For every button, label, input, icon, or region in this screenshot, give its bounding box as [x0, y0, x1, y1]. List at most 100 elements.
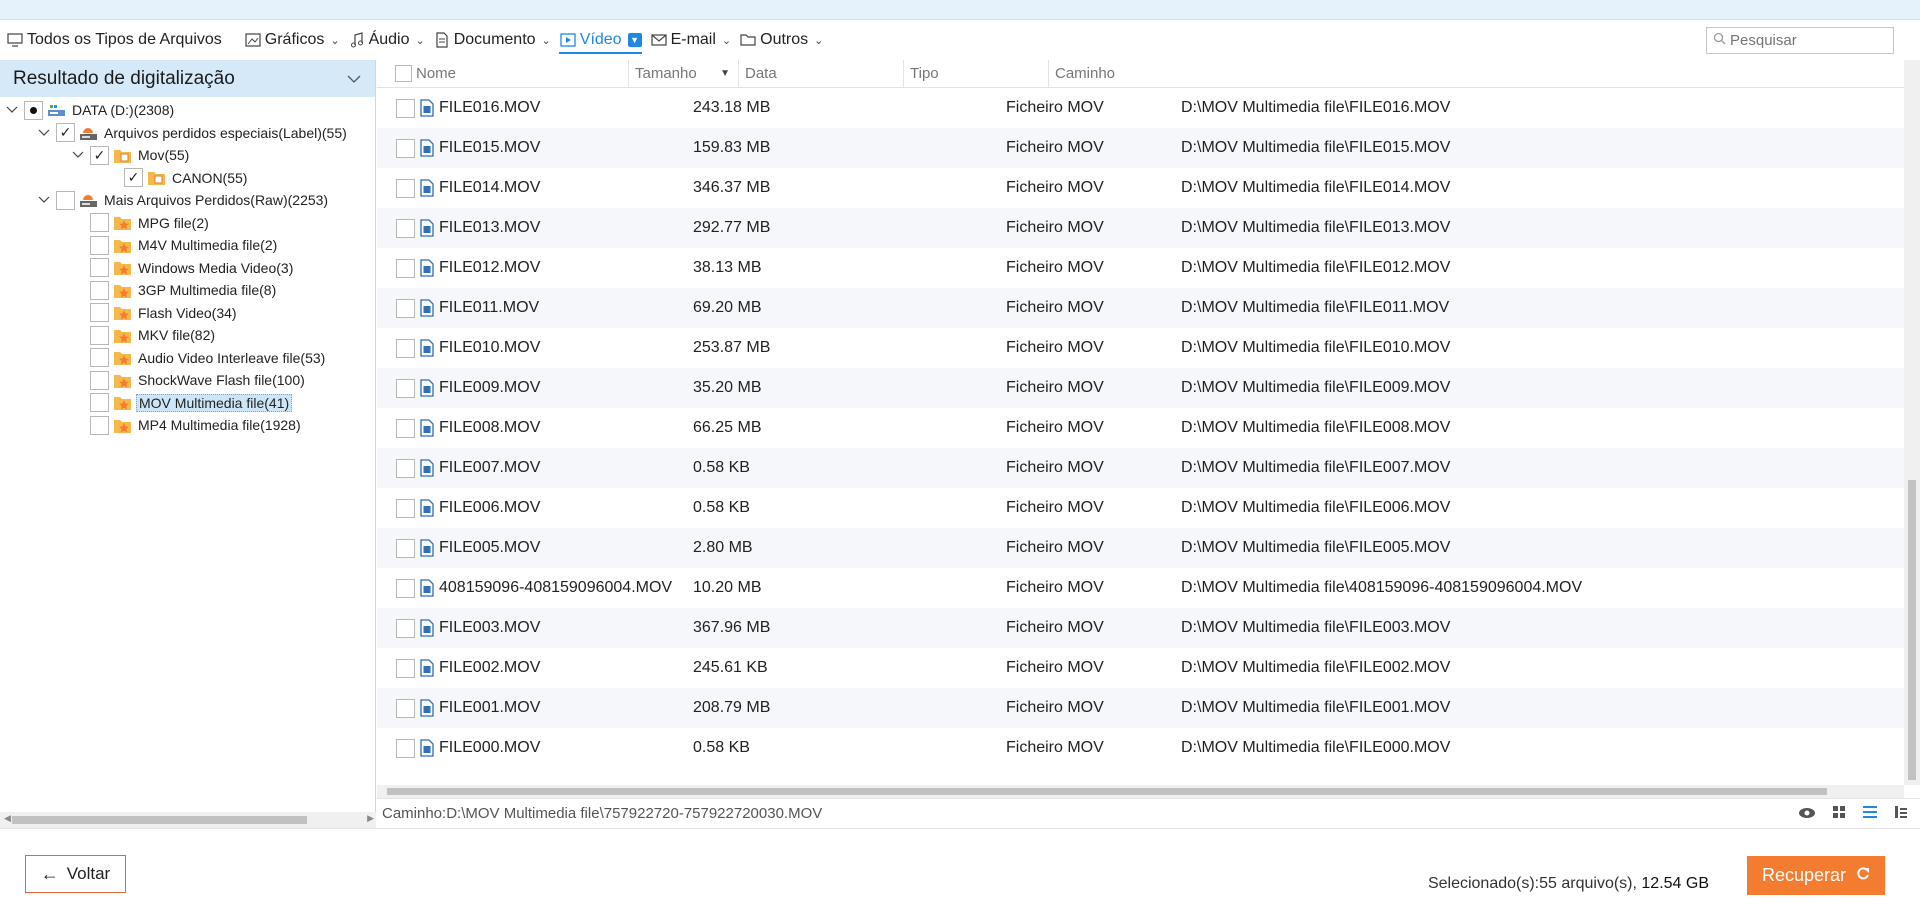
row-checkbox[interactable] [396, 738, 415, 758]
row-checkbox[interactable] [396, 578, 415, 598]
tree-horizontal-scrollbar[interactable]: ◀ ▶ [0, 812, 376, 828]
scrollbar-thumb[interactable] [1908, 480, 1916, 780]
file-list-vertical-scrollbar[interactable] [1904, 60, 1920, 785]
table-row[interactable]: FILE006.MOV 0.58 KB Ficheiro MOV D:\MOV Mul… [377, 488, 1904, 528]
tree-node-checkbox[interactable] [90, 280, 109, 300]
row-checkbox[interactable] [396, 538, 415, 558]
tree-node[interactable]: MKV file(82) [0, 324, 375, 347]
table-row[interactable]: FILE011.MOV 69.20 MB Ficheiro MOV D:\MOV Mu… [377, 288, 1904, 328]
toolbar-tab-0[interactable]: Todos os Tipos de Arquivos [2, 20, 226, 60]
tree-node-label[interactable]: MP4 Multimedia file(1928) [136, 417, 303, 433]
row-checkbox[interactable] [396, 258, 415, 278]
tree-node-label[interactable]: ShockWave Flash file(100) [136, 372, 307, 388]
recover-button[interactable]: Recuperar [1747, 856, 1885, 895]
toolbar-tab-3[interactable]: Documento ⌄ [429, 20, 555, 60]
tree-node[interactable]: MPG file(2) [0, 212, 375, 235]
row-checkbox[interactable] [396, 618, 415, 638]
tree-node-checkbox[interactable] [90, 213, 109, 233]
search-input[interactable] [1730, 32, 1880, 49]
table-row[interactable]: FILE001.MOV 208.79 MB Ficheiro MOV D:\MOV M… [377, 688, 1904, 728]
table-row[interactable]: FILE016.MOV 243.18 MB Ficheiro MOV D:\MOV M… [377, 88, 1904, 128]
table-row[interactable]: FILE013.MOV 292.77 MB Ficheiro MOV D:\MOV M… [377, 208, 1904, 248]
chevron-down-icon[interactable]: ⌄ [330, 34, 339, 47]
column-date[interactable]: Data [739, 60, 904, 88]
tree-node[interactable]: MP4 Multimedia file(1928) [0, 414, 375, 437]
tree-node[interactable]: ✓ Arquivos perdidos especiais(Label)(55) [0, 122, 375, 145]
tree-node[interactable]: ✓ CANON(55) [0, 167, 375, 190]
chevron-down-icon[interactable] [70, 151, 86, 159]
chevron-down-icon[interactable] [36, 129, 52, 137]
tree-node[interactable]: Flash Video(34) [0, 302, 375, 325]
tree-node[interactable]: DATA (D:)(2308) [0, 99, 375, 122]
chevron-down-icon[interactable] [4, 106, 20, 114]
table-row[interactable]: FILE014.MOV 346.37 MB Ficheiro MOV D:\MOV M… [377, 168, 1904, 208]
tree-node-checkbox[interactable]: ✓ [56, 123, 75, 143]
table-row[interactable]: FILE015.MOV 159.83 MB Ficheiro MOV D:\MOV M… [377, 128, 1904, 168]
tree-node-label[interactable]: MOV Multimedia file(41) [136, 393, 293, 412]
row-checkbox[interactable] [396, 498, 415, 518]
tree-node-label[interactable]: MPG file(2) [136, 215, 211, 231]
tree-node-label[interactable]: 3GP Multimedia file(8) [136, 282, 278, 298]
scrollbar-thumb[interactable] [12, 816, 307, 824]
tree-node-checkbox[interactable] [90, 235, 109, 255]
toolbar-tab-2[interactable]: Áudio ⌄ [344, 20, 429, 60]
scroll-right-icon[interactable]: ▶ [367, 813, 374, 824]
table-row[interactable]: FILE007.MOV 0.58 KB Ficheiro MOV D:\MOV Mul… [377, 448, 1904, 488]
tree-node-checkbox[interactable] [90, 348, 109, 368]
list-view-icon[interactable] [1862, 805, 1878, 823]
tree-node-checkbox[interactable] [90, 325, 109, 345]
row-checkbox[interactable] [396, 218, 415, 238]
tree-node-checkbox[interactable] [90, 415, 109, 435]
scan-result-header[interactable]: Resultado de digitalização [0, 60, 375, 97]
table-row[interactable]: FILE008.MOV 66.25 MB Ficheiro MOV D:\MOV Mu… [377, 408, 1904, 448]
chevron-down-icon[interactable]: ▼ [627, 33, 642, 47]
tree-node-checkbox[interactable] [56, 190, 75, 210]
tree-node[interactable]: Audio Video Interleave file(53) [0, 347, 375, 370]
chevron-down-icon[interactable]: ⌄ [814, 34, 823, 47]
table-row[interactable]: FILE003.MOV 367.96 MB Ficheiro MOV D:\MOV M… [377, 608, 1904, 648]
scroll-left-icon[interactable]: ◀ [4, 813, 11, 824]
tree-node-checkbox[interactable]: ✓ [90, 145, 109, 165]
row-checkbox[interactable] [396, 178, 415, 198]
tree-node-checkbox[interactable]: ✓ [124, 168, 143, 188]
scrollbar-thumb[interactable] [387, 788, 1827, 795]
file-list-horizontal-scrollbar[interactable] [377, 785, 1904, 798]
tree-node[interactable]: ShockWave Flash file(100) [0, 369, 375, 392]
column-path[interactable]: Caminho [1049, 60, 1904, 88]
row-checkbox[interactable] [396, 418, 415, 438]
table-row[interactable]: FILE002.MOV 245.61 KB Ficheiro MOV D:\MOV M… [377, 648, 1904, 688]
tree-node[interactable]: MOV Multimedia file(41) [0, 392, 375, 415]
toolbar-tab-4[interactable]: Vídeo ▼ [555, 20, 646, 60]
select-all-checkbox[interactable] [395, 65, 412, 82]
toolbar-tab-6[interactable]: Outros ⌄ [735, 20, 827, 60]
table-row[interactable]: FILE000.MOV 0.58 KB Ficheiro MOV D:\MOV Mul… [377, 728, 1904, 768]
tree-node-label[interactable]: Audio Video Interleave file(53) [136, 350, 327, 366]
tree-node[interactable]: M4V Multimedia file(2) [0, 234, 375, 257]
column-size[interactable]: Tamanho ▼ [629, 60, 739, 88]
row-checkbox[interactable] [396, 298, 415, 318]
grid-view-icon[interactable] [1832, 805, 1846, 823]
table-row[interactable]: FILE012.MOV 38.13 MB Ficheiro MOV D:\MOV Mu… [377, 248, 1904, 288]
row-checkbox[interactable] [396, 98, 415, 118]
row-checkbox[interactable] [396, 338, 415, 358]
tree-node-label[interactable]: Windows Media Video(3) [136, 260, 295, 276]
table-row[interactable]: FILE009.MOV 35.20 MB Ficheiro MOV D:\MOV Mu… [377, 368, 1904, 408]
chevron-down-icon[interactable] [36, 196, 52, 204]
tree-node-label[interactable]: MKV file(82) [136, 327, 217, 343]
tree-node-checkbox[interactable] [90, 258, 109, 278]
row-checkbox[interactable] [396, 378, 415, 398]
column-name[interactable]: Nome [377, 60, 629, 88]
column-type[interactable]: Tipo [904, 60, 1049, 88]
tree-node[interactable]: Windows Media Video(3) [0, 257, 375, 280]
search-box[interactable] [1706, 27, 1894, 54]
chevron-down-icon[interactable] [347, 71, 361, 87]
back-button[interactable]: ← Voltar [25, 855, 126, 893]
row-checkbox[interactable] [396, 698, 415, 718]
tree-node-label[interactable]: DATA (D:)(2308) [70, 102, 176, 118]
tree-node[interactable]: ✓ Mov(55) [0, 144, 375, 167]
tree-node-checkbox[interactable] [90, 370, 109, 390]
chevron-down-icon[interactable]: ⌄ [416, 34, 425, 47]
tree-node[interactable]: 3GP Multimedia file(8) [0, 279, 375, 302]
table-row[interactable]: FILE005.MOV 2.80 MB Ficheiro MOV D:\MOV Mul… [377, 528, 1904, 568]
table-row[interactable]: 408159096-408159096004.MOV 10.20 MB Fichei… [377, 568, 1904, 608]
